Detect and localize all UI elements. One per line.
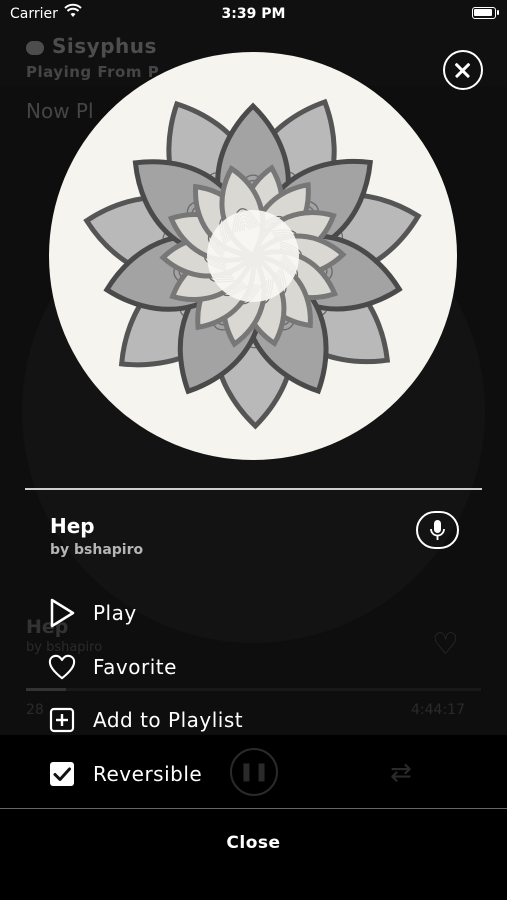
heart-icon bbox=[48, 653, 76, 681]
close-button-label: Close bbox=[226, 833, 281, 853]
divider bbox=[25, 488, 482, 490]
menu-item-reversible[interactable]: Reversible bbox=[48, 757, 202, 791]
play-icon bbox=[48, 598, 76, 628]
menu-item-label: Reversible bbox=[93, 762, 203, 786]
microphone-icon bbox=[430, 520, 445, 540]
menu-item-label: Play bbox=[93, 601, 137, 625]
close-modal-icon[interactable] bbox=[443, 50, 483, 90]
track-title: Hep bbox=[50, 514, 95, 538]
battery-tip bbox=[497, 10, 499, 15]
plus-box-icon bbox=[48, 706, 76, 734]
checkbox-checked-icon[interactable] bbox=[48, 760, 76, 788]
battery-icon bbox=[472, 7, 496, 19]
track-artwork bbox=[47, 50, 459, 462]
track-author: by bshapiro bbox=[50, 542, 144, 558]
mic-button[interactable] bbox=[416, 511, 459, 549]
menu-item-label: Add to Playlist bbox=[93, 708, 244, 732]
status-bar: Carrier 3:39 PM bbox=[0, 0, 507, 28]
menu-item-add-to-playlist[interactable]: Add to Playlist bbox=[48, 703, 243, 737]
menu-item-label: Favorite bbox=[93, 655, 177, 679]
menu-item-play[interactable]: Play bbox=[48, 596, 136, 630]
menu-item-favorite[interactable]: Favorite bbox=[48, 650, 176, 684]
close-button[interactable]: Close bbox=[0, 809, 507, 900]
clock: 3:39 PM bbox=[221, 6, 286, 22]
